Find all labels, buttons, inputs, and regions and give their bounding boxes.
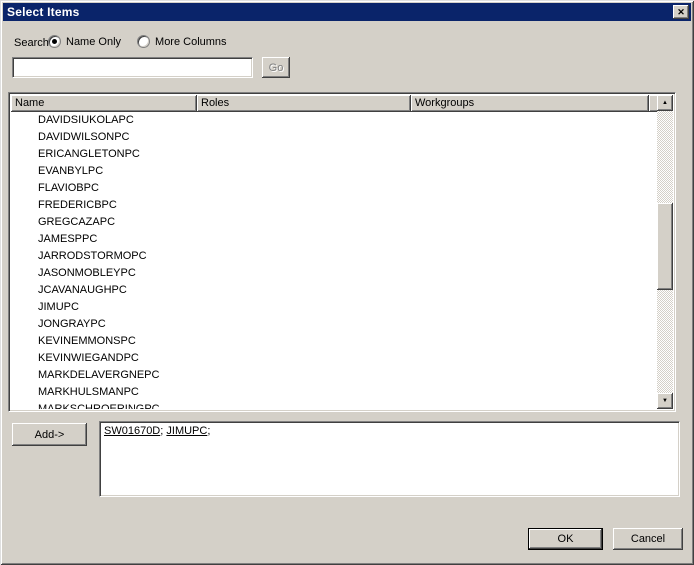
list-item[interactable]: EVANBYLPC <box>11 163 657 180</box>
titlebar[interactable]: Select Items <box>3 3 691 21</box>
radio-button-icon <box>137 35 150 48</box>
vertical-scrollbar[interactable]: ▲ ▼ <box>657 95 673 409</box>
column-header-name[interactable]: Name <box>11 95 197 112</box>
radio-label: Name Only <box>66 36 121 48</box>
scroll-down-button[interactable]: ▼ <box>657 393 673 409</box>
cancel-button-label: Cancel <box>631 533 665 545</box>
list-header: Name Roles Workgroups <box>11 95 673 112</box>
list-item[interactable]: DAVIDSIUKOLAPC <box>11 112 657 129</box>
list-item[interactable]: MARKSCHROERINGPC <box>11 401 657 409</box>
ok-button[interactable]: OK <box>528 528 603 550</box>
search-input[interactable] <box>12 57 253 78</box>
scrollbar-thumb[interactable] <box>657 203 673 290</box>
list-item[interactable]: JONGRAYPC <box>11 316 657 333</box>
add-button-label: Add-> <box>35 429 65 441</box>
list-item[interactable]: KEVINWIEGANDPC <box>11 350 657 367</box>
recipient-entry[interactable]: JIMUPC <box>166 425 207 437</box>
radio-button-icon <box>48 35 61 48</box>
radio-more-columns[interactable]: More Columns <box>137 35 227 48</box>
scroll-down-icon: ▼ <box>662 398 668 404</box>
column-header-roles[interactable]: Roles <box>197 95 411 112</box>
scroll-up-button[interactable]: ▲ <box>657 95 673 111</box>
radio-name-only[interactable]: Name Only <box>48 35 121 48</box>
list-item[interactable]: DAVIDWILSONPC <box>11 129 657 146</box>
close-icon: ✕ <box>677 7 685 17</box>
list-item[interactable]: JARRODSTORMOPC <box>11 248 657 265</box>
recipients-content: SW01670D; JIMUPC; <box>100 422 679 440</box>
search-label: Search: <box>14 37 52 49</box>
list-item[interactable]: ERICANGLETONPC <box>11 146 657 163</box>
list-item[interactable]: FLAVIOBPC <box>11 180 657 197</box>
list-item[interactable]: FREDERICBPC <box>11 197 657 214</box>
list-item[interactable]: GREGCAZAPC <box>11 214 657 231</box>
list-item[interactable]: JAMESPPC <box>11 231 657 248</box>
radio-label: More Columns <box>155 36 227 48</box>
window-title: Select Items <box>3 5 79 19</box>
items-list: Name Roles Workgroups DAVIDSIUKOLAPCDAVI… <box>8 92 676 412</box>
list-body: DAVIDSIUKOLAPCDAVIDWILSONPCERICANGLETONP… <box>11 112 657 409</box>
list-item[interactable]: MARKDELAVERGNEPC <box>11 367 657 384</box>
column-header-workgroups[interactable]: Workgroups <box>411 95 649 112</box>
cancel-button[interactable]: Cancel <box>613 528 683 550</box>
go-button[interactable]: Go <box>262 57 290 78</box>
select-items-dialog: Select Items ✕ Search: Name Only More Col… <box>0 0 694 565</box>
search-options: Name Only More Columns <box>48 35 243 48</box>
close-button[interactable]: ✕ <box>673 5 689 19</box>
recipients-field[interactable]: SW01670D; JIMUPC; <box>99 421 680 497</box>
add-button[interactable]: Add-> <box>12 423 87 446</box>
list-item[interactable]: MARKHULSMANPC <box>11 384 657 401</box>
list-item[interactable]: KEVINEMMONSPC <box>11 333 657 350</box>
list-item[interactable]: JASONMOBLEYPC <box>11 265 657 282</box>
list-inner: Name Roles Workgroups DAVIDSIUKOLAPCDAVI… <box>11 95 673 409</box>
list-item[interactable]: JIMUPC <box>11 299 657 316</box>
scroll-up-icon: ▲ <box>662 100 668 106</box>
go-button-label: Go <box>269 62 284 74</box>
list-item[interactable]: JCAVANAUGHPC <box>11 282 657 299</box>
recipient-entry[interactable]: SW01670D <box>104 425 160 437</box>
ok-button-label: OK <box>558 533 574 545</box>
